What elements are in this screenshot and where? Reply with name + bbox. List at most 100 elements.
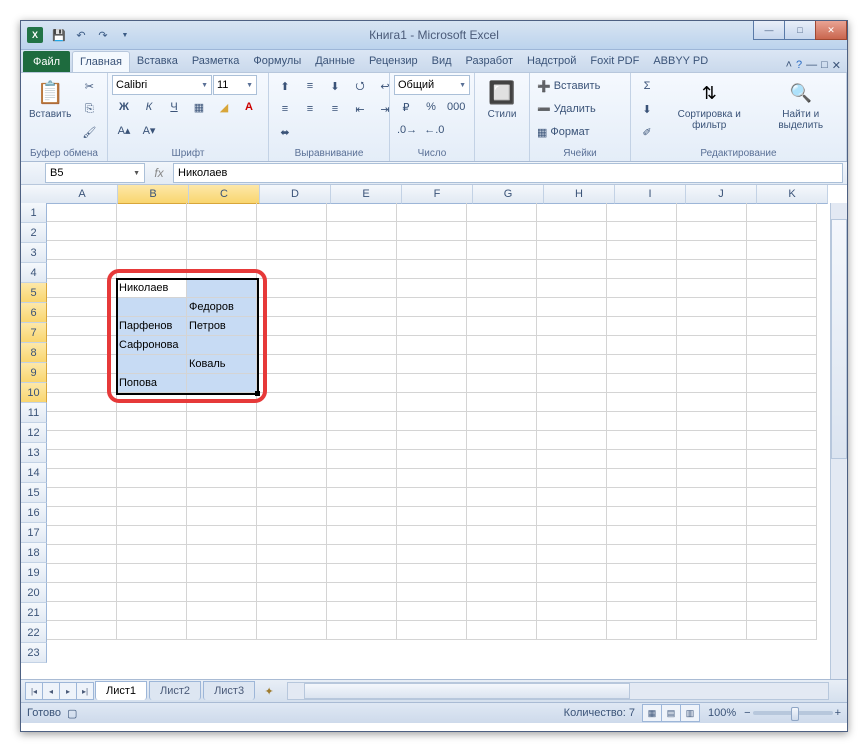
cell[interactable]	[537, 621, 607, 640]
cell[interactable]	[747, 298, 817, 317]
cell[interactable]	[397, 545, 467, 564]
cell[interactable]	[47, 412, 117, 431]
cell[interactable]	[467, 374, 537, 393]
cell[interactable]	[607, 374, 677, 393]
cell[interactable]	[257, 203, 327, 222]
fx-icon[interactable]: fx	[149, 164, 169, 182]
ribbon-tab[interactable]: Foxit PDF	[583, 51, 646, 71]
cell[interactable]	[677, 431, 747, 450]
cell[interactable]	[397, 469, 467, 488]
cell[interactable]	[467, 393, 537, 412]
cell[interactable]	[187, 469, 257, 488]
ribbon-tab[interactable]: Вид	[425, 51, 459, 71]
cell[interactable]	[327, 621, 397, 640]
cell[interactable]	[397, 336, 467, 355]
cell[interactable]	[537, 222, 607, 241]
cell[interactable]	[327, 336, 397, 355]
qat-dropdown-icon[interactable]: ▼	[115, 25, 135, 45]
cell[interactable]	[747, 374, 817, 393]
cell[interactable]	[467, 526, 537, 545]
cell[interactable]	[677, 374, 747, 393]
percent-format-icon[interactable]: %	[419, 96, 443, 118]
cell[interactable]	[607, 488, 677, 507]
cell[interactable]	[677, 241, 747, 260]
cell[interactable]	[257, 222, 327, 241]
cell[interactable]	[677, 222, 747, 241]
row-header[interactable]: 23	[21, 643, 47, 663]
cell[interactable]	[537, 450, 607, 469]
cell[interactable]	[607, 279, 677, 298]
cell[interactable]	[537, 469, 607, 488]
cell[interactable]	[187, 203, 257, 222]
cell[interactable]	[537, 317, 607, 336]
cell[interactable]	[467, 602, 537, 621]
redo-icon[interactable]: ↷	[93, 25, 113, 45]
cell[interactable]	[747, 317, 817, 336]
cell[interactable]	[537, 241, 607, 260]
cell[interactable]	[117, 621, 187, 640]
cell[interactable]	[327, 355, 397, 374]
column-header[interactable]: J	[686, 185, 757, 204]
cell[interactable]	[467, 298, 537, 317]
cell[interactable]	[607, 564, 677, 583]
ribbon-tab[interactable]: ABBYY PD	[646, 51, 715, 71]
font-color-button[interactable]: A	[237, 96, 261, 118]
delete-cells-button[interactable]: ➖ Удалить	[534, 98, 624, 120]
ribbon-tab[interactable]: Формулы	[246, 51, 308, 71]
row-header[interactable]: 13	[21, 443, 47, 463]
cell[interactable]: Петров	[187, 317, 257, 336]
cell[interactable]	[187, 526, 257, 545]
cell[interactable]	[47, 374, 117, 393]
cell[interactable]	[467, 260, 537, 279]
cell[interactable]	[677, 488, 747, 507]
first-sheet-button[interactable]: |◂	[25, 682, 43, 700]
cell[interactable]	[47, 488, 117, 507]
cell[interactable]	[467, 583, 537, 602]
cell[interactable]	[397, 583, 467, 602]
ribbon-tab[interactable]: Разметка	[185, 51, 247, 71]
row-header[interactable]: 14	[21, 463, 47, 483]
cell[interactable]	[47, 583, 117, 602]
row-header[interactable]: 1	[21, 203, 47, 223]
row-header[interactable]: 10	[21, 383, 47, 403]
cell[interactable]	[747, 279, 817, 298]
cell[interactable]	[47, 564, 117, 583]
cell[interactable]	[257, 469, 327, 488]
cell[interactable]	[187, 412, 257, 431]
cell[interactable]	[397, 526, 467, 545]
cell[interactable]	[397, 241, 467, 260]
cell[interactable]	[467, 488, 537, 507]
cell[interactable]	[537, 374, 607, 393]
cell[interactable]	[747, 431, 817, 450]
cell[interactable]	[257, 602, 327, 621]
cell[interactable]	[677, 602, 747, 621]
column-header[interactable]: D	[260, 185, 331, 204]
copy-icon[interactable]: ⎘	[77, 98, 101, 120]
cell[interactable]	[117, 450, 187, 469]
cell[interactable]	[677, 450, 747, 469]
column-header[interactable]: E	[331, 185, 402, 204]
cell[interactable]	[607, 412, 677, 431]
cell[interactable]	[397, 393, 467, 412]
cell[interactable]	[257, 298, 327, 317]
cell[interactable]	[607, 393, 677, 412]
merge-center-icon[interactable]: ⬌	[273, 121, 297, 143]
cell[interactable]	[47, 393, 117, 412]
cell[interactable]	[187, 431, 257, 450]
cell[interactable]	[187, 507, 257, 526]
cell[interactable]	[327, 317, 397, 336]
page-layout-view-button[interactable]: ▤	[661, 704, 681, 722]
cell[interactable]	[327, 564, 397, 583]
cell[interactable]	[677, 336, 747, 355]
ribbon-minimize-icon[interactable]: ˄	[786, 59, 792, 72]
cell[interactable]	[537, 583, 607, 602]
cell[interactable]	[257, 355, 327, 374]
cell[interactable]	[467, 203, 537, 222]
styles-button[interactable]: 🔲 Стили	[479, 75, 525, 122]
cell[interactable]	[257, 431, 327, 450]
cell[interactable]: Николаев	[117, 279, 187, 298]
cell[interactable]	[47, 355, 117, 374]
cell[interactable]	[537, 526, 607, 545]
cell[interactable]	[607, 298, 677, 317]
cell[interactable]	[467, 431, 537, 450]
